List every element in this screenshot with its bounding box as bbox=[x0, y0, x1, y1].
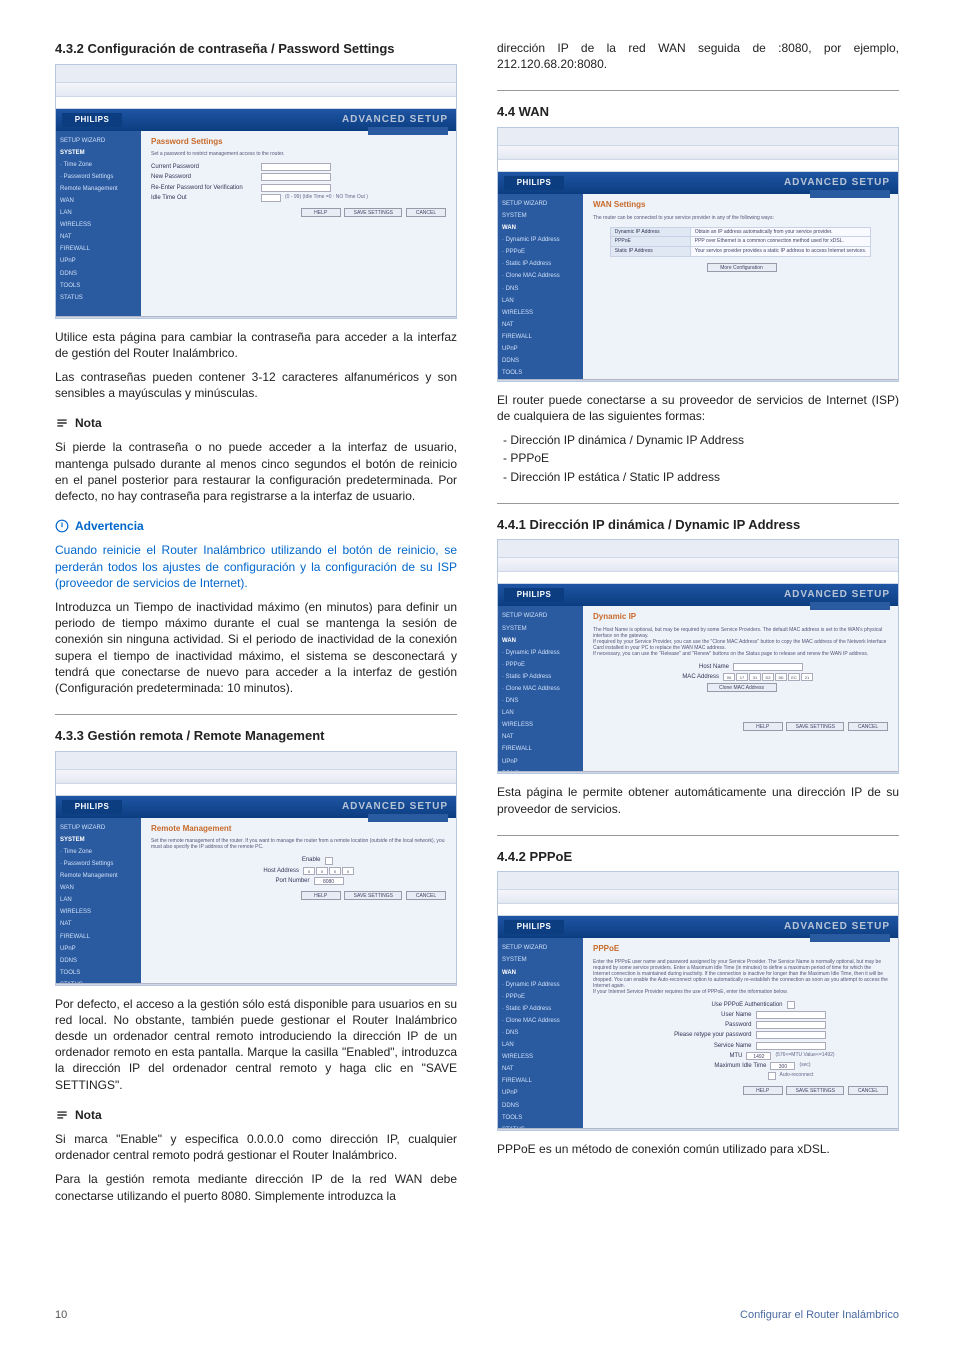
sec-441-title: 4.4.1 Dirección IP dinámica / Dynamic IP… bbox=[497, 516, 899, 534]
ss-content-title: Remote Management bbox=[151, 824, 446, 835]
screenshot-nav: SETUP WIZARD SYSTEM WAN · Dynamic IP Add… bbox=[498, 938, 583, 1128]
new-password-input[interactable] bbox=[261, 173, 331, 181]
mac-seg[interactable]: 17 bbox=[736, 673, 748, 681]
sec-44-title: 4.4 WAN bbox=[497, 103, 899, 121]
warning-icon bbox=[55, 519, 69, 533]
para-idle-timeout: Introduzca un Tiempo de inactividad máxi… bbox=[55, 599, 457, 696]
wan-bullet-list: Dirección IP dinámica / Dynamic IP Addre… bbox=[503, 432, 899, 485]
help-button[interactable]: HELP bbox=[743, 1086, 783, 1095]
ss-content-title: Dynamic IP bbox=[593, 612, 888, 623]
mac-seg[interactable]: 5D bbox=[775, 673, 787, 681]
mac-seg[interactable]: D2 bbox=[762, 673, 774, 681]
mac-seg[interactable]: 21 bbox=[801, 673, 813, 681]
save-settings-button[interactable]: SAVE SETTINGS bbox=[344, 891, 402, 900]
wan-options-table: Dynamic IP AddressObtain an IP address a… bbox=[610, 227, 871, 257]
screenshot-password-settings: PHILIPS ADVANCED SETUP SETUP WIZARD SYST… bbox=[55, 64, 457, 319]
host-addr-seg[interactable]: 0 bbox=[329, 867, 341, 875]
password-input[interactable] bbox=[756, 1021, 826, 1029]
help-button[interactable]: HELP bbox=[301, 208, 341, 217]
host-addr-seg[interactable]: 0 bbox=[316, 867, 328, 875]
para-remote-mgmt: Por defecto, el acceso a la gestión sólo… bbox=[55, 996, 457, 1093]
save-settings-button[interactable]: SAVE SETTINGS bbox=[786, 1086, 844, 1095]
autoreconnect-checkbox[interactable] bbox=[768, 1072, 776, 1080]
cancel-button[interactable]: CANCEL bbox=[406, 891, 446, 900]
warning-body: Cuando reinicie el Router Inalámbrico ut… bbox=[55, 542, 457, 591]
ss-content-title: Password Settings bbox=[151, 137, 446, 148]
screenshot-pppoe: PHILIPS ADVANCED SETUP SETUP WIZARD SYST… bbox=[497, 871, 899, 1131]
idle-timeout-input[interactable] bbox=[261, 194, 281, 202]
cancel-button[interactable]: CANCEL bbox=[848, 1086, 888, 1095]
enable-checkbox[interactable] bbox=[325, 857, 333, 865]
mtu-input[interactable]: 1492 bbox=[746, 1052, 771, 1060]
note-icon bbox=[55, 1108, 69, 1122]
advanced-setup-label: ADVANCED SETUP bbox=[784, 176, 890, 190]
retype-password-input[interactable] bbox=[756, 1031, 826, 1039]
sec-433-title: 4.3.3 Gestión remota / Remote Management bbox=[55, 727, 457, 745]
cancel-button[interactable]: CANCEL bbox=[848, 722, 888, 731]
sec-442-title: 4.4.2 PPPoE bbox=[497, 848, 899, 866]
philips-logo: PHILIPS bbox=[504, 588, 564, 602]
para-password-intro: Utilice esta página para cambiar la cont… bbox=[55, 329, 457, 361]
note-heading: Nota bbox=[55, 1107, 457, 1123]
help-button[interactable]: HELP bbox=[301, 891, 341, 900]
mac-seg[interactable]: EC bbox=[788, 673, 800, 681]
help-button[interactable]: HELP bbox=[743, 722, 783, 731]
warning-heading: Advertencia bbox=[55, 518, 457, 534]
save-settings-button[interactable]: SAVE SETTINGS bbox=[786, 722, 844, 731]
mac-seg[interactable]: 31 bbox=[749, 673, 761, 681]
screenshot-dynamic-ip: PHILIPS ADVANCED SETUP SETUP WIZARD SYST… bbox=[497, 539, 899, 774]
more-configuration-button[interactable]: More Configuration bbox=[707, 263, 777, 272]
advanced-setup-label: ADVANCED SETUP bbox=[342, 800, 448, 814]
host-name-input[interactable] bbox=[733, 663, 803, 671]
screenshot-remote-management: PHILIPS ADVANCED SETUP SETUP WIZARD SYST… bbox=[55, 751, 457, 986]
sec-432-title: 4.3.2 Configuración de contraseña / Pass… bbox=[55, 40, 457, 58]
philips-logo: PHILIPS bbox=[504, 920, 564, 934]
clone-mac-button[interactable]: Clone MAC Address bbox=[707, 683, 777, 692]
philips-logo: PHILIPS bbox=[504, 176, 564, 190]
note-body: Si pierde la contraseña o no puede acced… bbox=[55, 439, 457, 504]
advanced-setup-label: ADVANCED SETUP bbox=[784, 920, 890, 934]
host-addr-seg[interactable]: 0 bbox=[303, 867, 315, 875]
screenshot-nav: SETUP WIZARD SYSTEM WAN · Dynamic IP Add… bbox=[498, 194, 583, 379]
save-settings-button[interactable]: SAVE SETTINGS bbox=[344, 208, 402, 217]
para-pppoe: PPPoE es un método de conexión común uti… bbox=[497, 1141, 899, 1157]
service-name-input[interactable] bbox=[756, 1042, 826, 1050]
para-wan-intro: El router puede conectarse a su proveedo… bbox=[497, 392, 899, 424]
screenshot-nav: SETUP WIZARD SYSTEM · Time Zone · Passwo… bbox=[56, 818, 141, 986]
para-remote-port: Para la gestión remota mediante direcció… bbox=[55, 1171, 457, 1203]
pppoe-auth-checkbox[interactable] bbox=[787, 1001, 795, 1009]
port-number-input[interactable]: 8080 bbox=[314, 877, 344, 885]
footer-section-label: Configurar el Router Inalámbrico bbox=[740, 1308, 899, 1323]
advanced-setup-label: ADVANCED SETUP bbox=[342, 113, 448, 127]
screenshot-nav: SETUP WIZARD SYSTEM · Time Zone · Passwo… bbox=[56, 131, 141, 316]
screenshot-wan-settings: PHILIPS ADVANCED SETUP SETUP WIZARD SYST… bbox=[497, 127, 899, 382]
username-input[interactable] bbox=[756, 1011, 826, 1019]
advanced-setup-label: ADVANCED SETUP bbox=[784, 588, 890, 602]
ss-content-title: PPPoE bbox=[593, 944, 888, 955]
cancel-button[interactable]: CANCEL bbox=[406, 208, 446, 217]
note-icon bbox=[55, 416, 69, 430]
reenter-password-input[interactable] bbox=[261, 184, 331, 192]
philips-logo: PHILIPS bbox=[62, 113, 122, 127]
screenshot-nav: SETUP WIZARD SYSTEM WAN · Dynamic IP Add… bbox=[498, 606, 583, 774]
ss-content-title: WAN Settings bbox=[593, 200, 888, 211]
current-password-input[interactable] bbox=[261, 163, 331, 171]
para-top-right: dirección IP de la red WAN seguida de :8… bbox=[497, 40, 899, 72]
note2-body: Si marca "Enable" y especifica 0.0.0.0 c… bbox=[55, 1131, 457, 1163]
page-number: 10 bbox=[55, 1308, 67, 1323]
para-dynamic-ip: Esta página le permite obtener automátic… bbox=[497, 784, 899, 816]
mac-seg[interactable]: 00 bbox=[723, 673, 735, 681]
max-idle-input[interactable]: 300 bbox=[770, 1062, 795, 1070]
para-password-rules: Las contraseñas pueden contener 3-12 car… bbox=[55, 369, 457, 401]
note-heading: Nota bbox=[55, 415, 457, 431]
host-addr-seg[interactable]: 0 bbox=[342, 867, 354, 875]
philips-logo: PHILIPS bbox=[62, 800, 122, 814]
